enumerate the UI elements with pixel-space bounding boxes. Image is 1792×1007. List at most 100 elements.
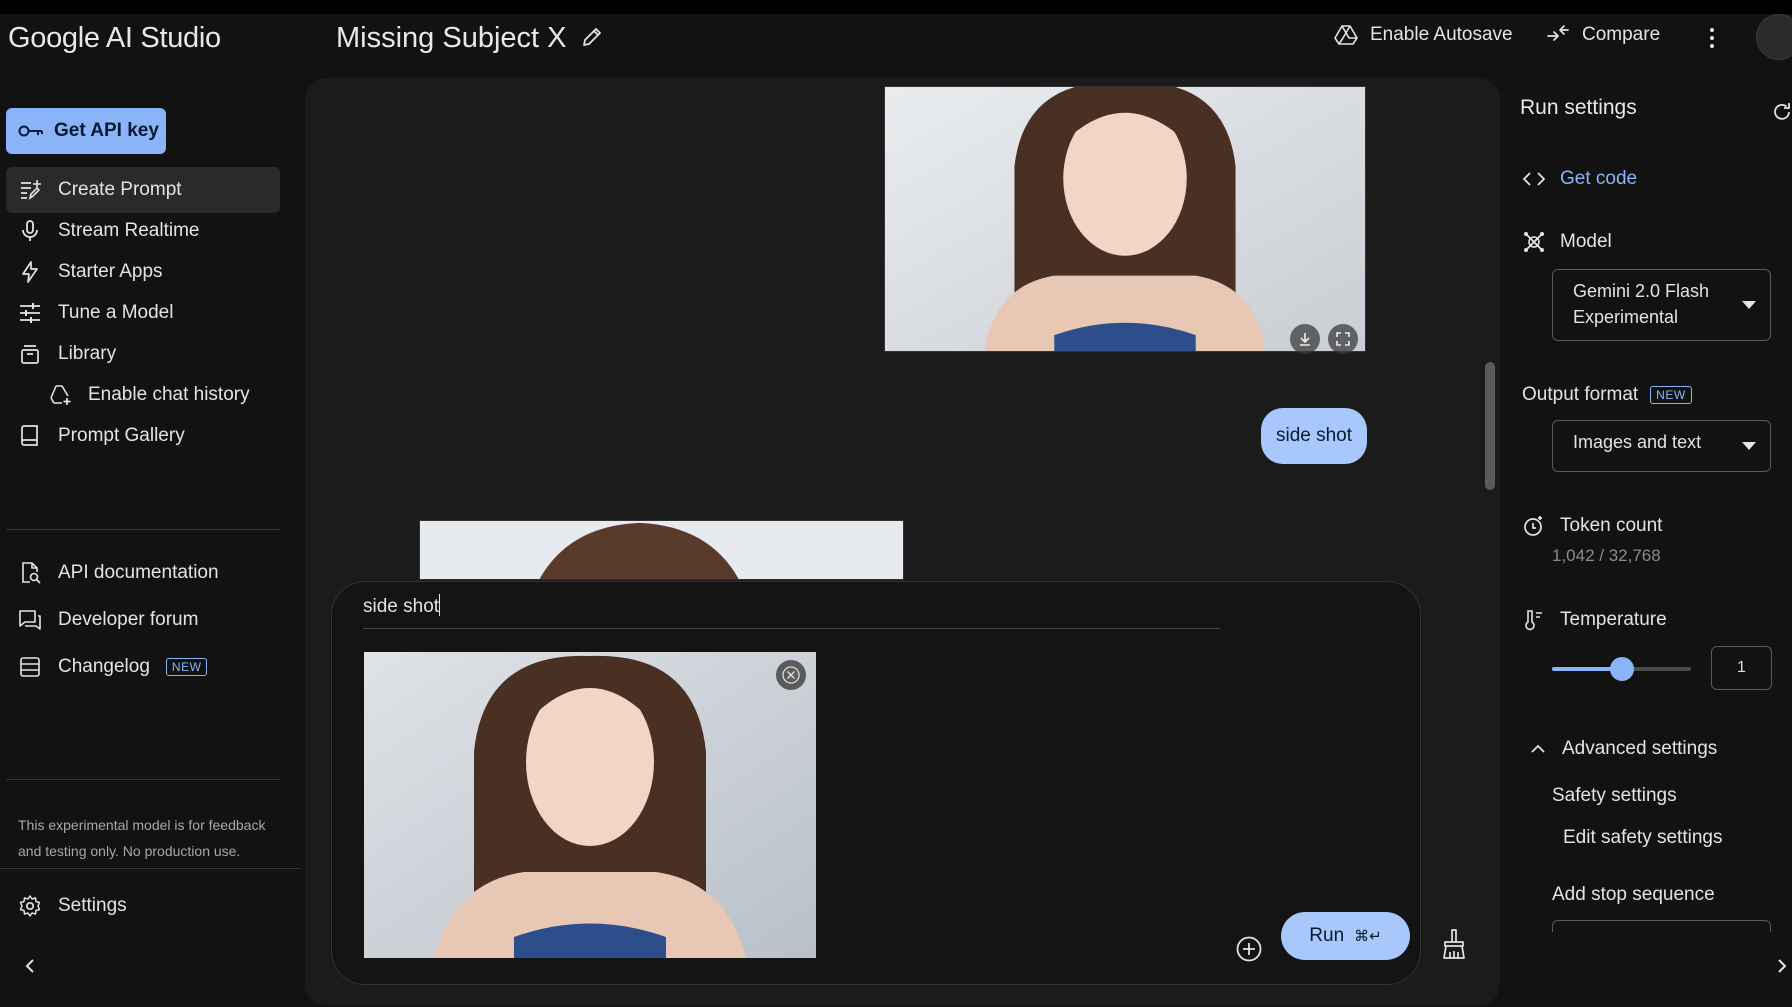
clear-chat-icon[interactable]: [1440, 928, 1468, 960]
edit-safety-settings-link[interactable]: Edit safety settings: [1563, 827, 1722, 849]
sidebar-item-label: API documentation: [58, 562, 219, 583]
sidebar-item-label: Developer forum: [58, 609, 199, 630]
tune-icon: [20, 303, 40, 323]
more-vert-icon[interactable]: [1700, 24, 1724, 52]
chat-scrollbar[interactable]: [1485, 362, 1495, 490]
thermometer-icon: [1525, 610, 1542, 631]
experimental-disclaimer: This experimental model is for feedback …: [18, 817, 266, 859]
sidebar-divider: [6, 779, 280, 780]
changelog-icon: [20, 657, 40, 677]
temperature-input[interactable]: 1: [1711, 646, 1772, 690]
gear-icon: [19, 895, 41, 917]
temperature-slider[interactable]: [1552, 657, 1691, 681]
close-icon: [782, 666, 800, 684]
compare-arrows-icon: [1547, 25, 1569, 41]
attached-image[interactable]: [364, 652, 816, 958]
sidebar-item-developer-forum[interactable]: Developer forum: [6, 597, 280, 643]
microphone-icon: [22, 220, 38, 241]
drive-add-icon: [50, 385, 71, 405]
sidebar-item-changelog[interactable]: Changelog NEW: [6, 644, 280, 690]
new-badge: NEW: [165, 658, 208, 676]
sidebar-item-enable-chat-history[interactable]: Enable chat history: [6, 372, 280, 418]
chevron-left-icon[interactable]: [20, 954, 40, 978]
fullscreen-button[interactable]: [1328, 324, 1358, 354]
sidebar-item-label: Enable chat history: [88, 384, 250, 405]
model-section-label: Model: [1522, 230, 1612, 254]
create-prompt-icon: [21, 180, 41, 200]
sidebar-divider: [0, 868, 300, 869]
settings-button[interactable]: Settings: [18, 894, 127, 918]
output-format-value: Images and text: [1573, 432, 1702, 452]
pencil-icon[interactable]: [580, 25, 604, 49]
bolt-icon: [22, 261, 38, 283]
library-icon: [21, 345, 39, 364]
sidebar-item-label: Prompt Gallery: [58, 425, 185, 446]
settings-fade: [1500, 932, 1792, 1007]
sidebar-item-label: Stream Realtime: [58, 220, 200, 241]
output-format-section-label: Output format NEW: [1522, 384, 1692, 406]
token-icon: [1524, 516, 1542, 536]
app-title[interactable]: Google AI Studio: [8, 22, 221, 55]
sidebar-item-label: Changelog: [58, 656, 150, 677]
sidebar-item-starter-apps[interactable]: Starter Apps: [6, 249, 280, 295]
sidebar-item-prompt-gallery[interactable]: Prompt Gallery: [6, 413, 280, 459]
reset-icon[interactable]: [1770, 100, 1792, 124]
portrait-image: [364, 652, 816, 958]
portrait-image: [420, 521, 903, 579]
sidebar-divider: [6, 529, 280, 530]
sidebar-item-library[interactable]: Library: [6, 331, 280, 377]
safety-settings-label: Safety settings: [1552, 785, 1677, 806]
text-caret: [439, 594, 441, 616]
sidebar-item-stream-realtime[interactable]: Stream Realtime: [6, 208, 280, 254]
temperature-label: Temperature: [1560, 609, 1667, 630]
key-icon: [18, 125, 43, 137]
prompt-title: Missing Subject X: [336, 22, 567, 54]
advanced-settings-toggle[interactable]: Advanced settings: [1528, 738, 1717, 760]
run-shortcut: ⌘↵: [1354, 928, 1382, 945]
model-select-value: Gemini 2.0 Flash Experimental: [1573, 281, 1710, 327]
advanced-settings-label: Advanced settings: [1562, 738, 1718, 759]
sidebar-item-label: Tune a Model: [58, 302, 174, 323]
forum-icon: [19, 610, 41, 630]
download-icon: [1300, 333, 1310, 346]
enable-autosave-button[interactable]: Enable Autosave: [1334, 24, 1513, 46]
portrait-image: [885, 87, 1365, 351]
output-format-select[interactable]: Images and text: [1552, 420, 1771, 472]
generated-image[interactable]: [884, 86, 1366, 352]
sidebar-item-create-prompt[interactable]: Create Prompt: [6, 167, 280, 213]
slider-thumb[interactable]: [1609, 657, 1634, 681]
token-count-section-label: Token count: [1522, 514, 1662, 538]
prompt-input-text: side shot: [363, 596, 440, 617]
sidebar-item-label: Library: [58, 343, 117, 364]
new-badge: NEW: [1650, 386, 1692, 404]
dropdown-arrow-icon: [1742, 442, 1756, 450]
model-icon: [1524, 232, 1544, 252]
doc-search-icon: [22, 562, 41, 584]
sidebar-item-tune-a-model[interactable]: Tune a Model: [6, 290, 280, 336]
model-label: Model: [1560, 231, 1612, 252]
autosave-label: Enable Autosave: [1370, 24, 1513, 45]
prompt-input[interactable]: side shot: [363, 594, 441, 618]
sidebar-item-api-documentation[interactable]: API documentation: [6, 550, 280, 596]
run-button[interactable]: Run ⌘↵: [1281, 912, 1410, 960]
chevron-up-icon: [1531, 744, 1545, 753]
download-button[interactable]: [1290, 324, 1320, 354]
run-settings-title: Run settings: [1520, 96, 1637, 119]
remove-attachment-button[interactable]: [776, 660, 806, 690]
add-media-icon[interactable]: [1234, 934, 1264, 964]
stop-sequence-label: Add stop sequence: [1552, 884, 1715, 905]
compare-button[interactable]: Compare: [1546, 24, 1660, 46]
user-message-bubble[interactable]: side shot: [1261, 408, 1367, 464]
get-code-label: Get code: [1560, 168, 1638, 189]
output-format-label: Output format: [1522, 384, 1639, 405]
temperature-section-label: Temperature: [1522, 608, 1667, 632]
image-tools: [1290, 324, 1358, 354]
get-api-key-button[interactable]: Get API key: [6, 108, 166, 154]
chevron-right-icon[interactable]: [1772, 954, 1792, 978]
composer-underline: [363, 628, 1220, 629]
dropdown-arrow-icon: [1742, 301, 1756, 309]
get-code-button[interactable]: Get code: [1522, 168, 1637, 190]
generated-image[interactable]: [419, 520, 904, 580]
sidebar-item-label: Create Prompt: [58, 179, 182, 200]
model-select[interactable]: Gemini 2.0 Flash Experimental: [1552, 269, 1771, 341]
